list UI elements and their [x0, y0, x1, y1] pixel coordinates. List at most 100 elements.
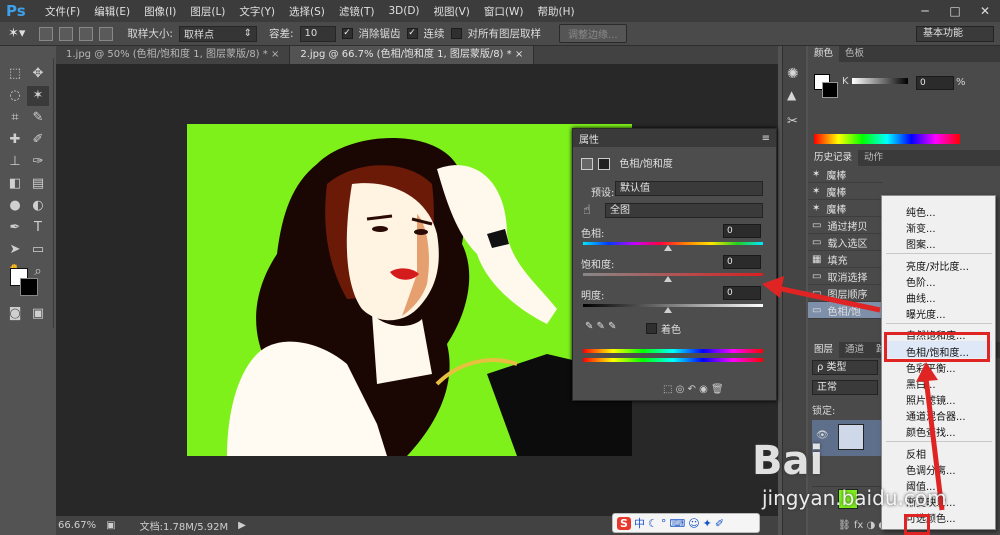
brush-tool-icon[interactable]: ✐ [27, 130, 49, 150]
tools-icon[interactable]: ✂ [787, 114, 798, 129]
add-selection-icon[interactable] [59, 26, 74, 41]
tab-color[interactable]: 颜色 [808, 46, 840, 62]
status-menu-arrow-icon[interactable]: ▶ [238, 520, 246, 531]
document-image[interactable] [187, 124, 632, 456]
menu-window[interactable]: 窗口(W) [477, 4, 531, 19]
menu-item-gradient[interactable]: 渐变... [906, 220, 936, 235]
menu-filter[interactable]: 滤镜(T) [332, 4, 382, 19]
history-item[interactable]: ✶ 魔棒 [808, 183, 883, 200]
healing-brush-icon[interactable]: ✚ [4, 130, 26, 150]
sample-all-layers-checkbox[interactable] [450, 28, 462, 39]
menu-help[interactable]: 帮助(H) [531, 4, 582, 19]
tab-actions[interactable]: 动作 [858, 150, 889, 166]
eyedropper-icons[interactable]: ✎ ✎ ✎ [585, 321, 617, 332]
ime-tools-icon[interactable]: ✐ [715, 517, 724, 530]
hue-input[interactable]: 0 [723, 224, 761, 238]
lightness-slider-thumb[interactable] [664, 307, 672, 313]
menu-edit[interactable]: 编辑(E) [87, 4, 137, 19]
clone-stamp-icon[interactable]: ⊥ [4, 152, 26, 172]
dodge-tool-icon[interactable]: ◐ [27, 196, 49, 216]
menu-type[interactable]: 文字(Y) [232, 4, 282, 19]
ime-keyboard-icon[interactable]: ⌨ [669, 517, 685, 530]
menu-item-solid-color[interactable]: 纯色... [906, 204, 936, 219]
tab-close-icon[interactable]: × [515, 49, 523, 60]
menu-item-curves[interactable]: 曲线... [906, 290, 936, 305]
menu-item-exposure[interactable]: 曝光度... [906, 306, 946, 321]
hue-slider-track[interactable] [583, 242, 763, 245]
tab-document-1[interactable]: 1.jpg @ 50% (色相/饱和度 1, 图层蒙版/8) * × [56, 46, 291, 64]
history-item[interactable]: ✶ 魔棒 [808, 166, 883, 183]
properties-footer-icons[interactable]: ⬚ ◎ ↶ ◉ 🗑 [663, 384, 724, 395]
tab-close-icon[interactable]: × [271, 49, 279, 60]
lightness-input[interactable]: 0 [723, 286, 761, 300]
menu-image[interactable]: 图像(I) [137, 4, 183, 19]
zoom-level[interactable]: 66.67% [58, 520, 96, 531]
channel-select[interactable]: 全图 [605, 203, 763, 218]
menu-item-pattern[interactable]: 图案... [906, 236, 936, 251]
tab-document-2[interactable]: 2.jpg @ 66.7% (色相/饱和度 1, 图层蒙版/8) * × [290, 46, 535, 64]
eyedropper-tool-icon[interactable]: ✎ [27, 108, 49, 128]
saturation-input[interactable]: 0 [723, 255, 761, 269]
screen-mode-icon[interactable]: ▣ [27, 304, 49, 324]
tolerance-input[interactable]: 10 [299, 25, 336, 42]
menu-view[interactable]: 视图(V) [427, 4, 477, 19]
ime-skin-icon[interactable]: ✦ [703, 517, 712, 530]
magic-wand-tool-preset-icon[interactable]: ✶▾ [8, 26, 25, 41]
history-item[interactable]: ▦ 填充 [808, 251, 883, 268]
type-tool-icon[interactable]: T [27, 218, 49, 238]
panel-menu-icon[interactable]: ≡ [762, 133, 770, 144]
quick-mask-icon[interactable]: ◙ [4, 304, 26, 324]
menu-file[interactable]: 文件(F) [38, 4, 87, 19]
background-color-swatch[interactable] [20, 278, 38, 296]
colorize-checkbox[interactable] [646, 323, 657, 334]
history-item[interactable]: ✶ 魔棒 [808, 200, 883, 217]
shape-tool-icon[interactable]: ▭ [27, 240, 49, 260]
histogram-icon[interactable]: ▲ [787, 88, 796, 102]
contiguous-checkbox[interactable]: ✓ [406, 28, 418, 39]
mask-icon[interactable] [598, 158, 611, 170]
color-bg-swatch[interactable] [822, 82, 838, 98]
ime-punct-icon[interactable]: ° [661, 517, 667, 530]
lasso-tool-icon[interactable]: ◌ [4, 86, 26, 106]
history-item[interactable]: ▭ 通过拷贝 [808, 217, 883, 234]
maximize-button[interactable]: □ [940, 2, 970, 20]
ime-moon-icon[interactable]: ☾ [648, 517, 658, 530]
sample-size-select[interactable]: 取样点 ⇕ [178, 25, 257, 42]
history-brush-icon[interactable]: ✑ [27, 152, 49, 172]
gradient-tool-icon[interactable]: ▤ [27, 174, 49, 194]
target-adjust-hand-icon[interactable]: ☝ [583, 203, 591, 218]
saturation-slider-track[interactable] [583, 273, 763, 276]
new-selection-icon[interactable] [39, 26, 54, 41]
menu-3d[interactable]: 3D(D) [381, 5, 426, 17]
crop-tool-icon[interactable]: ⌗ [4, 108, 26, 128]
magic-wand-tool-icon[interactable]: ✶ [27, 86, 49, 106]
antialias-checkbox[interactable]: ✓ [341, 28, 353, 39]
move-tool-icon[interactable]: ✥ [27, 64, 49, 84]
navigator-icon[interactable]: ✺ [787, 66, 799, 82]
preset-select[interactable]: 默认值 [615, 181, 763, 196]
workspace-select[interactable]: 基本功能 [916, 26, 994, 42]
sogou-icon[interactable]: S [617, 516, 631, 530]
marquee-tool-icon[interactable]: ⬚ [4, 64, 26, 84]
eraser-tool-icon[interactable]: ◧ [4, 174, 26, 194]
minimize-button[interactable]: ─ [910, 2, 940, 20]
history-item[interactable]: ▭ 载入选区 [808, 234, 883, 251]
color-spectrum-bar[interactable] [814, 134, 960, 144]
intersect-selection-icon[interactable] [99, 26, 114, 41]
saturation-slider-thumb[interactable] [664, 276, 672, 282]
refine-edge-button[interactable]: 调整边缘... [559, 24, 627, 43]
pen-tool-icon[interactable]: ✒ [4, 218, 26, 238]
hue-slider-thumb[interactable] [664, 245, 672, 251]
path-selection-icon[interactable]: ➤ [4, 240, 26, 260]
close-button[interactable]: ✕ [970, 2, 1000, 20]
subtract-selection-icon[interactable] [79, 26, 94, 41]
tab-history[interactable]: 历史记录 [808, 150, 859, 166]
menu-select[interactable]: 选择(S) [282, 4, 332, 19]
properties-header[interactable]: 属性 ≡ [573, 129, 776, 147]
ime-language[interactable]: 中 [634, 515, 645, 531]
ime-user-icon[interactable]: ☺ [688, 517, 699, 530]
menu-item-levels[interactable]: 色阶... [906, 274, 936, 289]
k-input[interactable]: 0 [916, 76, 954, 90]
menu-item-brightness-contrast[interactable]: 亮度/对比度... [906, 258, 969, 273]
tab-swatches[interactable]: 色板 [839, 46, 870, 62]
